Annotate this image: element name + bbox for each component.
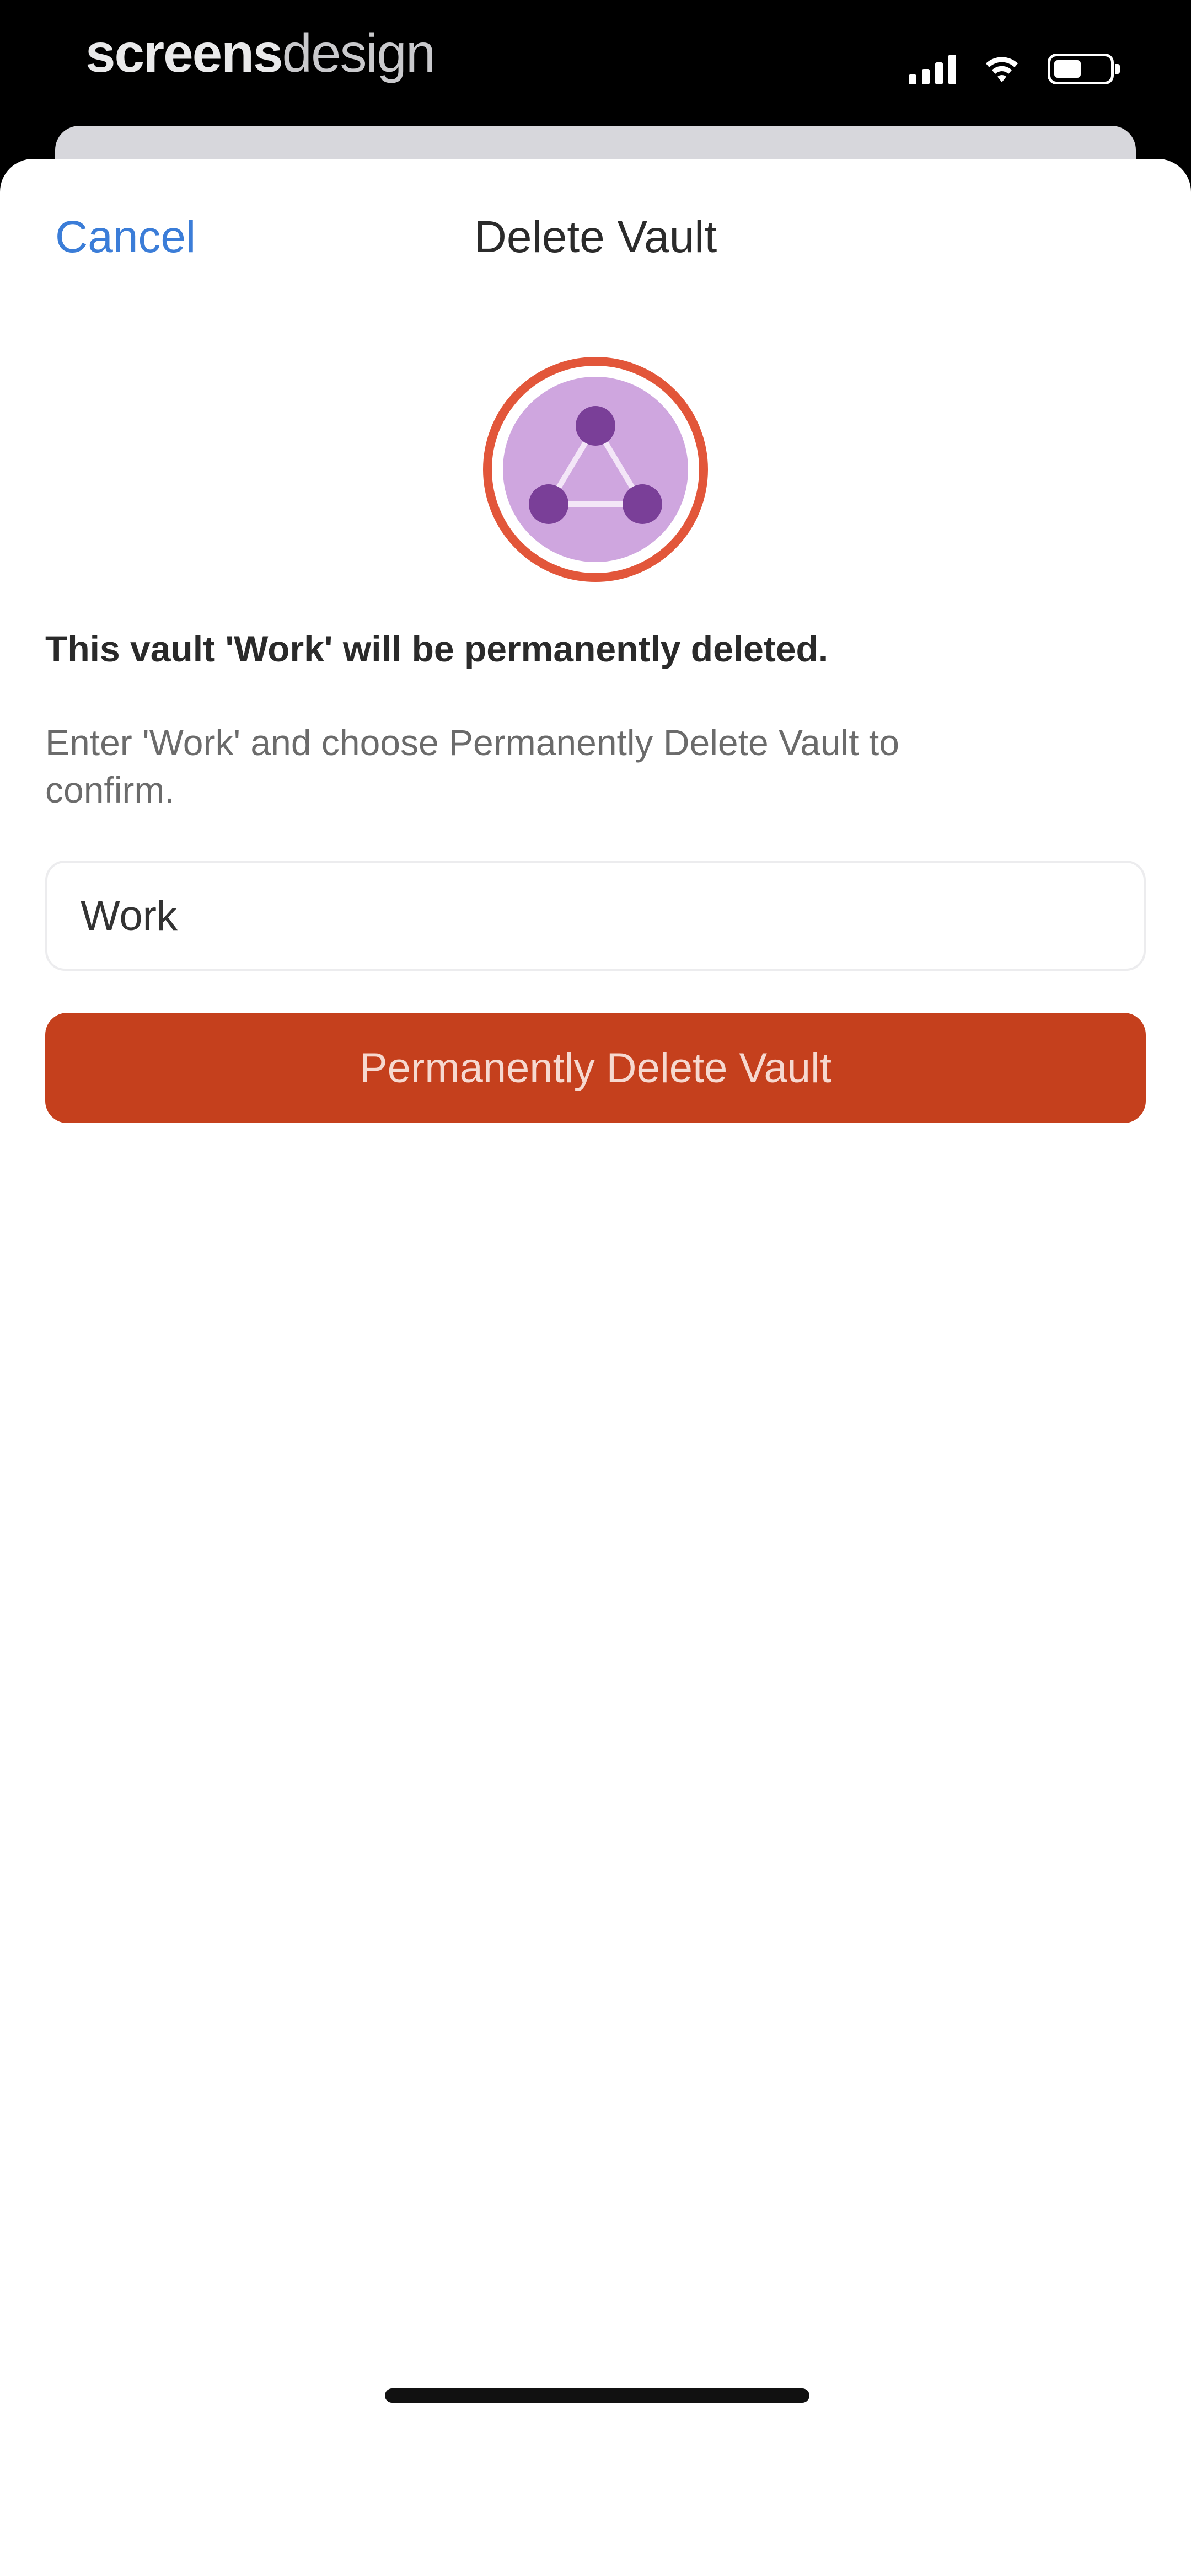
battery-level	[1054, 60, 1081, 78]
delete-vault-sheet: Cancel Delete Vault This vault 'Work' wi…	[0, 159, 1191, 2576]
page-title: Delete Vault	[474, 212, 717, 262]
status-bar: screensdesign	[0, 0, 1191, 132]
warning-text: This vault 'Work' will be permanently de…	[45, 628, 829, 669]
instruction-text: Enter 'Work' and choose Permanently Dele…	[45, 722, 899, 810]
brand-logo: screensdesign	[85, 22, 436, 84]
brand-logo-part2: design	[282, 23, 436, 83]
battery-icon	[1048, 54, 1120, 84]
vault-name-field	[45, 861, 1146, 971]
vault-network-icon	[481, 355, 710, 584]
wifi-icon	[983, 54, 1021, 84]
permanently-delete-vault-button[interactable]: Permanently Delete Vault	[45, 1013, 1146, 1123]
vault-name-input[interactable]	[81, 863, 1106, 969]
status-icons	[909, 50, 1120, 88]
brand-logo-part1: screens	[85, 23, 283, 83]
cellular-signal-icon	[909, 54, 956, 84]
home-indicator[interactable]	[385, 2388, 809, 2403]
